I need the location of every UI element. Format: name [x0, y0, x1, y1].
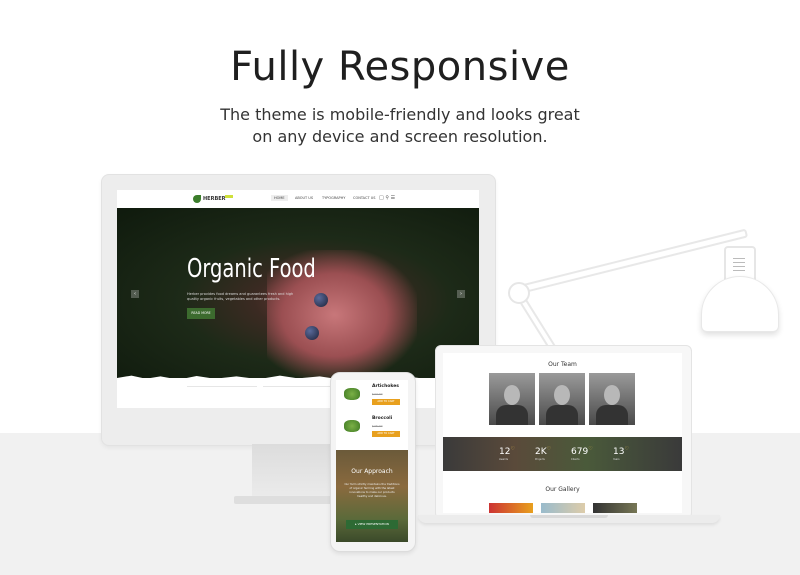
product-price: $26.00	[372, 424, 383, 428]
lamp-vent	[733, 270, 745, 271]
stats-band: 12♡ Awards 2K♡ Projects 679♡ Clients 13♡ Yea…	[443, 437, 682, 471]
artichoke-image	[344, 388, 360, 400]
team-member-photo	[489, 373, 535, 425]
page-subtitle: The theme is mobile-friendly and looks g…	[0, 104, 800, 148]
lamp-arm-upper	[518, 228, 749, 294]
subtitle-line-2: on any device and screen resolution.	[252, 127, 548, 146]
approach-text: Our farm strictly maintains the traditio…	[344, 482, 400, 498]
gallery-section-title: Our Gallery	[545, 486, 580, 493]
page-title: Fully Responsive	[230, 44, 570, 90]
lamp-shade	[701, 276, 779, 332]
search-icon[interactable]: ⚲	[385, 195, 389, 201]
lamp-vent	[733, 258, 745, 259]
product-name: Broccoli	[372, 416, 393, 421]
hero-title: Organic Food	[187, 254, 316, 284]
berry-image	[305, 326, 319, 340]
view-presentation-button[interactable]: ▸ VIEW PRESENTATION	[346, 520, 398, 529]
team-member-photo	[539, 373, 585, 425]
slider-next-icon[interactable]: ›	[457, 290, 465, 298]
laptop-screen: Our Team 12♡ Awards 2K♡ Projects 679♡ Clien…	[443, 353, 682, 513]
approach-section: Our Approach Our farm strictly maintains…	[336, 450, 408, 542]
hero-text: Herber provides food dreams and guarante…	[187, 292, 294, 301]
feature-card	[263, 386, 333, 397]
nav-home[interactable]: HOME	[271, 195, 288, 201]
add-to-cart-button[interactable]: ADD TO CART	[372, 431, 400, 437]
menu-icon[interactable]: ☰	[391, 195, 395, 201]
product-name: Artichokes	[372, 384, 399, 389]
berry-image	[314, 293, 328, 307]
lamp-vent	[733, 262, 745, 263]
nav-contact[interactable]: CONTACT US	[353, 196, 376, 200]
lamp-joint	[508, 282, 530, 304]
product-item: Artichokes $24.00 ADD TO CART	[340, 382, 404, 412]
read-more-button[interactable]: READ MORE	[187, 308, 215, 319]
product-item: Broccoli $26.00 ADD TO CART	[340, 414, 404, 444]
subtitle-line-1: The theme is mobile-friendly and looks g…	[220, 105, 580, 124]
stat-clients: 679♡ Clients	[571, 446, 593, 461]
gallery-thumbnail[interactable]	[489, 503, 533, 513]
cart-icon[interactable]: □	[379, 195, 384, 201]
lamp-vent	[733, 266, 745, 267]
nav-typography[interactable]: TYPOGRAPHY	[322, 196, 345, 200]
team-section-title: Our Team	[548, 361, 577, 368]
brand-tag	[225, 195, 233, 198]
stat-projects: 2K♡ Projects	[535, 446, 552, 461]
desktop-screen: HERBER HOME ABOUT US TYPOGRAPHY CONTACT …	[117, 190, 479, 408]
team-member-photo	[589, 373, 635, 425]
gallery-thumbnail[interactable]	[593, 503, 637, 513]
product-price: $24.00	[372, 392, 383, 396]
leaf-logo-icon	[193, 195, 201, 203]
feature-card	[187, 386, 257, 397]
stat-years: 13♡ Years	[613, 446, 629, 461]
slider-prev-icon[interactable]: ‹	[131, 290, 139, 298]
add-to-cart-button[interactable]: ADD TO CART	[372, 399, 400, 405]
laptop-notch	[530, 515, 608, 518]
broccoli-image	[344, 420, 360, 432]
nav-icons[interactable]: □ ⚲ ☰	[379, 195, 395, 201]
nav-about[interactable]: ABOUT US	[295, 196, 313, 200]
approach-title: Our Approach	[351, 468, 393, 475]
gallery-thumbnail[interactable]	[541, 503, 585, 513]
stat-awards: 12♡ Awards	[499, 446, 515, 461]
phone-screen: Artichokes $24.00 ADD TO CART Broccoli $…	[336, 380, 408, 542]
hero-slider: Organic Food Herber provides food dreams…	[117, 208, 479, 378]
site-navbar: HERBER HOME ABOUT US TYPOGRAPHY CONTACT …	[117, 190, 479, 208]
brand-name: HERBER	[203, 196, 226, 202]
